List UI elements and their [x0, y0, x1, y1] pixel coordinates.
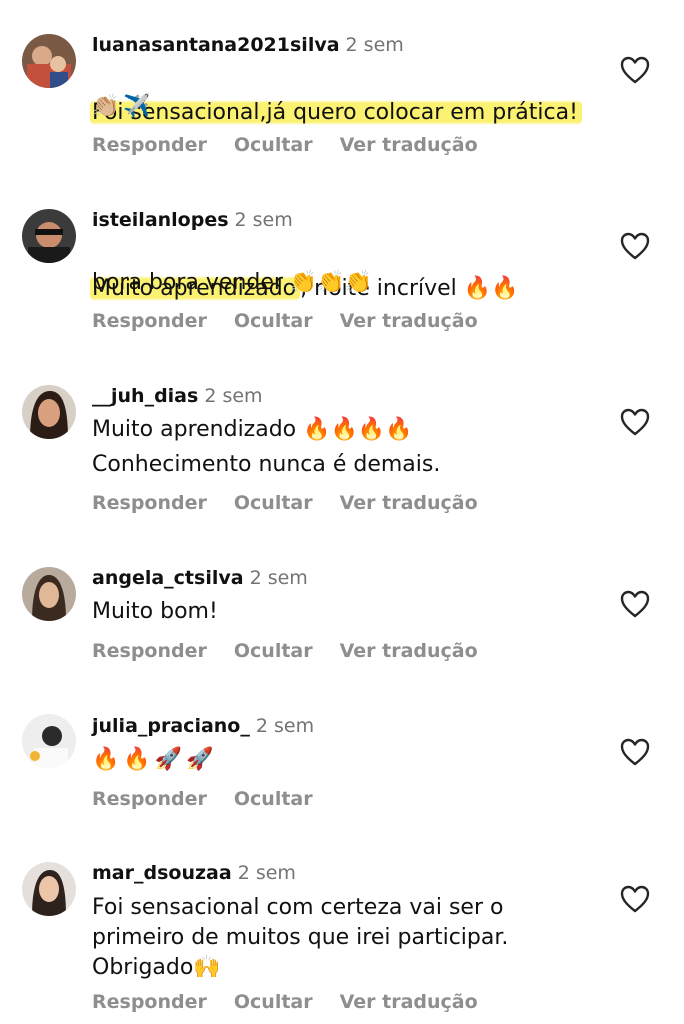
- avatar[interactable]: [22, 714, 76, 768]
- reply-button[interactable]: Responder: [92, 788, 207, 810]
- comment-timestamp: 2 sem: [234, 209, 293, 231]
- heart-icon[interactable]: [620, 56, 650, 84]
- comment-text-line2: Conhecimento nunca é demais.: [92, 452, 441, 477]
- comment-text-line2: bora bora vender 👏👏👏: [92, 270, 373, 295]
- translate-button[interactable]: Ver tradução: [340, 991, 478, 1013]
- comment-timestamp: 2 sem: [255, 715, 315, 737]
- hide-button[interactable]: Ocultar: [234, 788, 313, 810]
- avatar[interactable]: [22, 34, 76, 88]
- hide-button[interactable]: Ocultar: [234, 134, 313, 156]
- heart-icon[interactable]: [620, 408, 650, 436]
- reply-button[interactable]: Responder: [92, 310, 207, 332]
- reply-button[interactable]: Responder: [92, 134, 207, 156]
- comment-text: Muito aprendizado 🔥🔥🔥🔥: [92, 417, 413, 442]
- comment-text: Muito bom!: [92, 599, 218, 624]
- comment-username[interactable]: julia_praciano_: [92, 715, 250, 737]
- avatar[interactable]: [22, 862, 76, 916]
- translate-button[interactable]: Ver tradução: [340, 640, 478, 662]
- hide-button[interactable]: Ocultar: [234, 991, 313, 1013]
- hide-button[interactable]: Ocultar: [234, 492, 313, 514]
- reply-button[interactable]: Responder: [92, 640, 207, 662]
- comment-username[interactable]: isteilanlopes: [92, 209, 229, 231]
- comment-timestamp: 2 sem: [237, 862, 296, 884]
- comment-text: 🔥🔥🚀🚀: [92, 747, 218, 772]
- hide-button[interactable]: Ocultar: [234, 640, 313, 662]
- comment-timestamp: 2 sem: [345, 34, 404, 56]
- comment-username[interactable]: __juh_dias: [92, 385, 198, 407]
- translate-button[interactable]: Ver tradução: [340, 492, 478, 514]
- translate-button[interactable]: Ver tradução: [340, 310, 478, 332]
- comment-username[interactable]: luanasantana2021silva: [92, 34, 340, 56]
- heart-icon[interactable]: [620, 738, 650, 766]
- comment-text-line2: 👏🏼✈️: [92, 94, 155, 119]
- heart-icon[interactable]: [620, 232, 650, 260]
- comment-text-line3: Obrigado🙌: [92, 955, 221, 980]
- reply-button[interactable]: Responder: [92, 991, 207, 1013]
- heart-icon[interactable]: [620, 885, 650, 913]
- avatar[interactable]: [22, 567, 76, 621]
- hide-button[interactable]: Ocultar: [234, 310, 313, 332]
- avatar[interactable]: [22, 209, 76, 263]
- comment-timestamp: 2 sem: [249, 567, 308, 589]
- heart-icon[interactable]: [620, 590, 650, 618]
- reply-button[interactable]: Responder: [92, 492, 207, 514]
- translate-button[interactable]: Ver tradução: [340, 134, 478, 156]
- comment-timestamp: 2 sem: [204, 385, 263, 407]
- comment-username[interactable]: mar_dsouzaa: [92, 862, 232, 884]
- comment-username[interactable]: angela_ctsilva: [92, 567, 244, 589]
- avatar[interactable]: [22, 385, 76, 439]
